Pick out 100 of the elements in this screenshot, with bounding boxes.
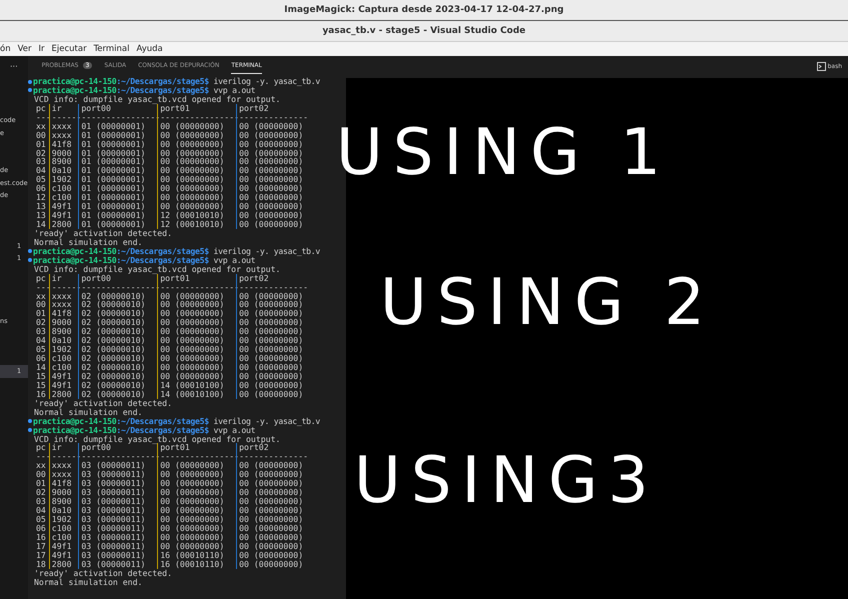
table-cell-text: 12 xyxy=(35,193,47,202)
table-cell: 01 (00000001) xyxy=(78,157,158,166)
table-cell-text: 15 xyxy=(35,372,47,381)
menu-item[interactable]: ón xyxy=(0,44,11,54)
column-header: pc xyxy=(35,274,47,283)
table-cell-text: 16 xyxy=(35,390,47,399)
table-cell: 00 (00000000) xyxy=(157,506,236,515)
column-header: ir xyxy=(48,443,78,452)
table-cell: 2800 xyxy=(48,560,78,569)
table-cell: 49f1 xyxy=(48,372,78,381)
terminal-line: Normal simulation end. xyxy=(34,578,142,586)
table-cell: 02 (00000010) xyxy=(78,372,158,381)
table-cell: 01 (00000001) xyxy=(78,140,158,148)
table-cell: 00 (00000000) xyxy=(236,202,310,212)
table-cell-text: 00 xyxy=(35,130,47,140)
table-cell: 8900 xyxy=(48,157,78,166)
separator-text: -------------- xyxy=(236,452,310,462)
table-cell: 12 (00010010) xyxy=(157,220,236,229)
table-cell: 03 (00000011) xyxy=(78,550,158,560)
table-cell: xxxx xyxy=(48,461,78,470)
table-cell: 03 (00000011) xyxy=(78,532,158,542)
more-button[interactable]: ··· xyxy=(10,62,18,70)
table-cell: c100 xyxy=(48,363,78,372)
column-header: port01 xyxy=(157,443,236,452)
column-header: port01 xyxy=(157,104,236,113)
table-cell: 00 (00000000) xyxy=(236,488,310,498)
table-cell: 00 (00000000) xyxy=(236,300,310,310)
table-cell-text: 18 xyxy=(35,560,47,569)
table-cell: 00 (00000000) xyxy=(157,202,236,212)
table-cell-text: 05 xyxy=(35,514,47,524)
table-cell: 02 (00000010) xyxy=(78,380,158,390)
table-cell: 00 (00000000) xyxy=(236,184,310,194)
table-cell: 00 (00000000) xyxy=(157,470,236,480)
viewer-title: ImageMagick: Captura desde 2023-04-17 12-04-27.png xyxy=(284,5,564,15)
table-cell: 03 (00000011) xyxy=(78,497,158,506)
table-cell-text: 04 xyxy=(35,166,47,176)
table-cell: 00 (00000000) xyxy=(236,354,310,363)
status-dot-icon xyxy=(28,258,32,262)
table-cell: 03 (00000011) xyxy=(78,514,158,524)
table-cell: 00 (00000000) xyxy=(236,220,310,229)
column-header: port01 xyxy=(157,274,236,283)
table-cell: 00 (00000000) xyxy=(236,175,310,184)
table-cell: 2800 xyxy=(48,220,78,229)
table-cell: 0a10 xyxy=(48,336,78,346)
table-cell: 02 (00000010) xyxy=(78,363,158,372)
terminal-line: VCD info: dumpfile yasac_tb.vcd opened for output. xyxy=(34,434,280,444)
terminal-line: practica@pc-14-150:~/Descargas/stage5$ iverilog -y. yasac_tb.v xyxy=(33,246,320,256)
table-cell: c100 xyxy=(48,532,78,542)
table-cell-text: 17 xyxy=(35,550,47,560)
table-cell: 03 (00000011) xyxy=(78,506,158,515)
handwritten-note: USING 2 xyxy=(380,266,715,340)
table-cell: 00 (00000000) xyxy=(236,309,310,318)
terminal-line: Normal simulation end. xyxy=(34,238,142,247)
terminal-line: 'ready' activation detected. xyxy=(34,568,172,578)
separator-text: -------------- xyxy=(236,112,310,122)
table-cell: 00 (00000000) xyxy=(236,479,310,488)
table-cell: 00 (00000000) xyxy=(236,390,310,399)
separator-text: -------------- xyxy=(236,282,310,292)
table-cell: 00 (00000000) xyxy=(236,461,310,470)
table-cell-text: 13 xyxy=(35,202,47,212)
table-cell: 9000 xyxy=(48,318,78,328)
terminal-line: practica@pc-14-150:~/Descargas/stage5$ vvp a.out xyxy=(33,256,256,265)
table-cell: 00 (00000000) xyxy=(236,166,310,176)
menu-item[interactable]: Ir xyxy=(38,44,44,54)
table-cell-text: 02 xyxy=(35,148,47,158)
table-cell: 12 (00010010) xyxy=(157,211,236,220)
table-cell: 00 (00000000) xyxy=(157,175,236,184)
table-cell: 00 (00000000) xyxy=(236,506,310,515)
separator-text: ---------------- xyxy=(157,282,236,292)
table-cell: 00 (00000000) xyxy=(236,532,310,542)
separator-text: ---------------- xyxy=(78,282,158,292)
terminal-line: 'ready' activation detected. xyxy=(34,398,172,408)
table-cell: 03 (00000011) xyxy=(78,461,158,470)
terminal-icon xyxy=(816,62,826,70)
table-cell-text: 16 xyxy=(35,532,47,542)
table-cell: 00 (00000000) xyxy=(157,479,236,488)
terminal-line: practica@pc-14-150:~/Descargas/stage5$ vvp a.out xyxy=(33,86,256,95)
table-cell: 00 (00000000) xyxy=(157,292,236,300)
menu-item[interactable]: Ver xyxy=(18,44,32,54)
table-cell: 02 (00000010) xyxy=(78,309,158,318)
table-cell-text: xx xyxy=(35,292,47,300)
table-cell: 00 (00000000) xyxy=(157,542,236,551)
menu-item[interactable]: Ayuda xyxy=(136,44,163,54)
menu-item[interactable]: Ejecutar xyxy=(52,44,87,54)
table-cell: 00 (00000000) xyxy=(236,470,310,480)
table-cell: 03 (00000011) xyxy=(78,524,158,533)
table-cell: 00 (00000000) xyxy=(157,318,236,328)
table-cell: 9000 xyxy=(48,148,78,158)
table-cell: 9000 xyxy=(48,488,78,498)
table-cell: xxxx xyxy=(48,122,78,131)
table-cell: 01 (00000001) xyxy=(78,193,158,202)
table-cell: 00 (00000000) xyxy=(236,211,310,220)
table-cell: 01 (00000001) xyxy=(78,148,158,158)
table-cell: 03 (00000011) xyxy=(78,542,158,551)
status-dot-icon xyxy=(28,428,32,432)
table-cell: 14 (00010100) xyxy=(157,380,236,390)
table-cell: 00 (00000000) xyxy=(157,372,236,381)
table-cell: 14 (00010100) xyxy=(157,390,236,399)
menu-item[interactable]: Terminal xyxy=(94,44,130,54)
table-cell-text: 06 xyxy=(35,354,47,363)
